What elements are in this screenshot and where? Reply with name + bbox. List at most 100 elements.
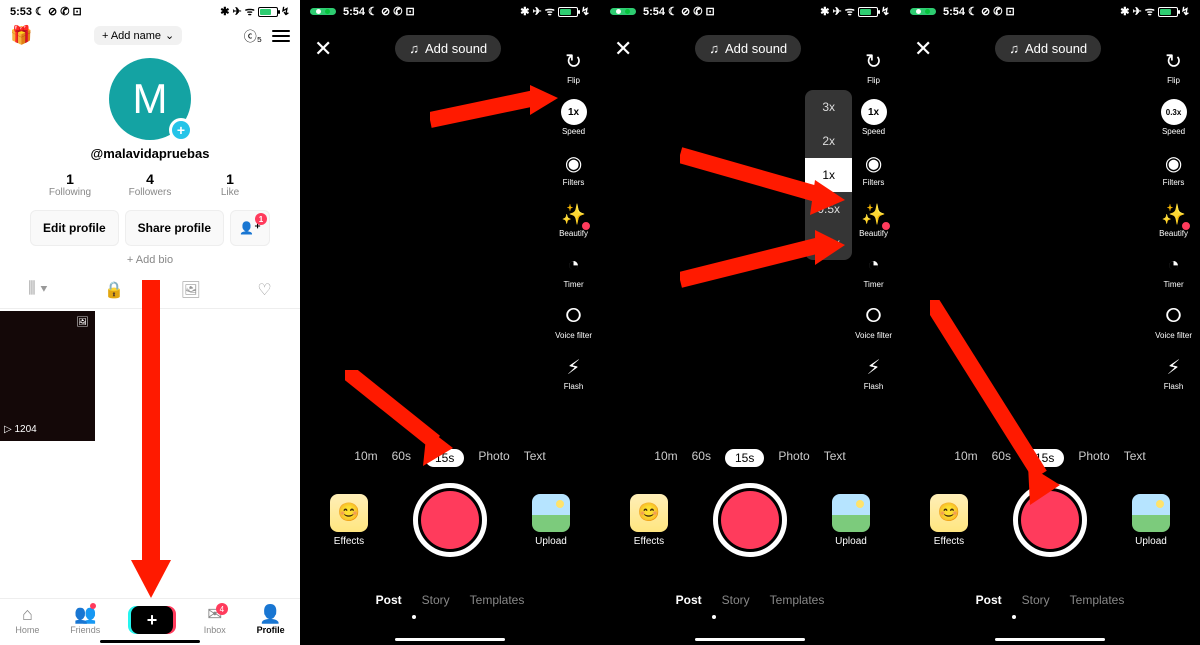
avatar-plus-icon[interactable]: +	[169, 118, 193, 142]
dur-60s[interactable]: 60s	[992, 449, 1011, 467]
effects-button[interactable]: 😊Effects	[630, 494, 668, 547]
nav-home[interactable]: ⌂Home	[15, 605, 39, 635]
tab-repost-icon[interactable]: 🖼	[181, 280, 201, 300]
add-name-button[interactable]: + Add name ⌄	[94, 26, 182, 45]
menu-icon[interactable]	[272, 30, 290, 42]
tool-flash[interactable]: ⚡︎Flash	[861, 354, 887, 391]
speed-05x[interactable]: 0.5x	[805, 192, 852, 226]
close-button[interactable]: ✕	[914, 36, 932, 62]
dur-text[interactable]: Text	[1124, 449, 1146, 467]
tab-heart-icon[interactable]: ♡	[257, 280, 271, 300]
tab-grid-icon[interactable]: ⫼ ▾	[28, 280, 48, 300]
record-inner	[421, 491, 479, 549]
dur-photo[interactable]: Photo	[478, 449, 509, 467]
dur-text[interactable]: Text	[524, 449, 546, 467]
mode-story[interactable]: Story	[722, 593, 750, 607]
add-sound-button[interactable]: ♫Add sound	[395, 35, 501, 62]
dur-10m[interactable]: 10m	[354, 449, 377, 467]
flash-icon: ⚡︎	[861, 354, 887, 380]
mode-story[interactable]: Story	[422, 593, 450, 607]
add-user-button[interactable]: 👤⁺ 1	[230, 210, 270, 246]
tool-voice[interactable]: ⭘Voice filter	[855, 303, 892, 340]
dur-60s[interactable]: 60s	[392, 449, 411, 467]
mode-story[interactable]: Story	[1022, 593, 1050, 607]
tool-filters[interactable]: ◉Filters	[561, 150, 587, 187]
tool-timer[interactable]: ◔Timer	[561, 252, 587, 289]
tool-timer[interactable]: ◔Timer	[861, 252, 887, 289]
tool-filters[interactable]: ◉Filters	[861, 150, 887, 187]
dur-15s[interactable]: 15s	[1025, 449, 1064, 467]
record-button[interactable]	[713, 483, 787, 557]
share-profile-button[interactable]: Share profile	[125, 210, 224, 246]
chevron-down-icon: ⌄	[165, 29, 174, 42]
mode-selector: Post Story Templates	[300, 593, 600, 607]
tool-beautify[interactable]: ✨Beautify	[1159, 201, 1188, 238]
nav-friends[interactable]: 👥Friends	[70, 605, 100, 635]
bottom-nav: ⌂Home 👥Friends + ✉Inbox4 👤Profile	[0, 598, 300, 645]
coin-icon[interactable]: ⓒ₅	[244, 26, 262, 45]
gift-icon[interactable]: 🎁	[10, 25, 32, 46]
mode-indicator	[712, 615, 716, 619]
stat-following[interactable]: 1 Following	[30, 171, 110, 198]
record-button[interactable]	[413, 483, 487, 557]
tool-flash[interactable]: ⚡︎Flash	[561, 354, 587, 391]
stat-followers[interactable]: 4 Followers	[110, 171, 190, 198]
close-button[interactable]: ✕	[614, 36, 632, 62]
add-sound-button[interactable]: ♫Add sound	[995, 35, 1101, 62]
edit-profile-button[interactable]: Edit profile	[30, 210, 119, 246]
dur-60s[interactable]: 60s	[692, 449, 711, 467]
dur-15s[interactable]: 15s	[425, 449, 464, 467]
tool-beautify[interactable]: ✨Beautify	[559, 201, 588, 238]
mode-templates[interactable]: Templates	[770, 593, 825, 607]
dur-15s[interactable]: 15s	[725, 449, 764, 467]
mode-templates[interactable]: Templates	[1070, 593, 1125, 607]
add-bio-button[interactable]: + Add bio	[0, 254, 300, 266]
upload-button[interactable]: Upload	[832, 494, 870, 547]
add-sound-button[interactable]: ♫Add sound	[695, 35, 801, 62]
home-indicator	[100, 640, 200, 643]
tool-speed[interactable]: 1xSpeed	[861, 99, 887, 136]
speed-1x[interactable]: 1x	[805, 158, 852, 192]
status-bar: 5:54☾ ⊘ ✆ ⊡ ✱ ✈ ᯤ↯	[600, 0, 900, 21]
tool-voice[interactable]: ⭘Voice filter	[1155, 303, 1192, 340]
speed-03x[interactable]: 0.3x	[805, 226, 852, 260]
tool-timer[interactable]: ◔Timer	[1161, 252, 1187, 289]
avatar[interactable]: M +	[109, 58, 191, 140]
mode-post[interactable]: Post	[376, 593, 402, 607]
tool-flip[interactable]: ↻Flip	[861, 48, 887, 85]
tool-voice[interactable]: ⭘Voice filter	[555, 303, 592, 340]
nav-inbox[interactable]: ✉Inbox4	[204, 605, 226, 635]
upload-button[interactable]: Upload	[1132, 494, 1170, 547]
record-button[interactable]	[1013, 483, 1087, 557]
speed-3x[interactable]: 3x	[805, 90, 852, 124]
camera-screen-1: 5:54☾ ⊘ ✆ ⊡ ✱ ✈ ᯤ↯ ✕ ♫Add sound ↻Flip 1x…	[300, 0, 600, 645]
tool-flip[interactable]: ↻Flip	[1161, 48, 1187, 85]
close-button[interactable]: ✕	[314, 36, 332, 62]
mode-post[interactable]: Post	[676, 593, 702, 607]
nav-profile[interactable]: 👤Profile	[257, 605, 285, 635]
dur-10m[interactable]: 10m	[654, 449, 677, 467]
effects-button[interactable]: 😊Effects	[330, 494, 368, 547]
tool-flash[interactable]: ⚡︎Flash	[1161, 354, 1187, 391]
tool-speed[interactable]: 0.3xSpeed	[1161, 99, 1187, 136]
dur-10m[interactable]: 10m	[954, 449, 977, 467]
nav-create-button[interactable]: +	[131, 606, 173, 634]
bolt-icon: ↯	[1181, 5, 1190, 18]
dur-photo[interactable]: Photo	[778, 449, 809, 467]
mode-post[interactable]: Post	[976, 593, 1002, 607]
speed-2x[interactable]: 2x	[805, 124, 852, 158]
tool-filters[interactable]: ◉Filters	[1161, 150, 1187, 187]
tool-speed[interactable]: 1xSpeed	[561, 99, 587, 136]
effects-icon: 😊	[930, 494, 968, 532]
mode-templates[interactable]: Templates	[470, 593, 525, 607]
video-thumbnail[interactable]: 🖼 ▷ 1204	[0, 311, 95, 441]
tool-beautify[interactable]: ✨Beautify	[859, 201, 888, 238]
username[interactable]: @malavidapruebas	[91, 146, 210, 161]
tool-flip[interactable]: ↻Flip	[561, 48, 587, 85]
dur-photo[interactable]: Photo	[1078, 449, 1109, 467]
dur-text[interactable]: Text	[824, 449, 846, 467]
tab-lock-icon[interactable]: 🔒	[104, 280, 124, 300]
stat-likes[interactable]: 1 Like	[190, 171, 270, 198]
effects-button[interactable]: 😊Effects	[930, 494, 968, 547]
upload-button[interactable]: Upload	[532, 494, 570, 547]
